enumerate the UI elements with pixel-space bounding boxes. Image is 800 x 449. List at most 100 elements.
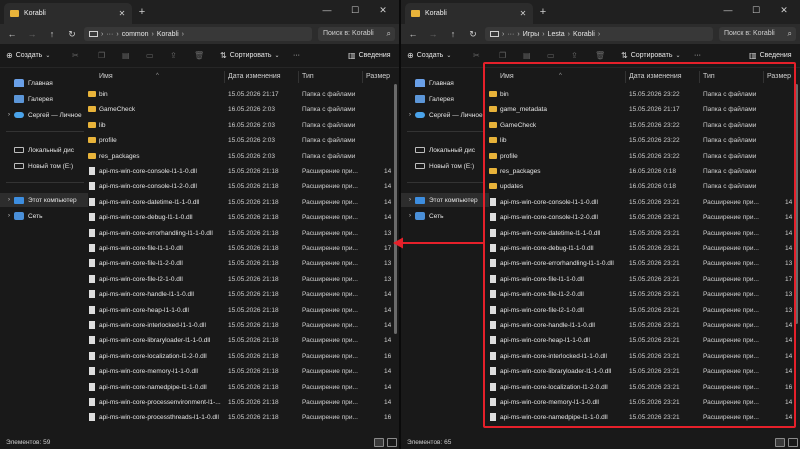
nav-gallery[interactable]: Галерея [0, 92, 88, 106]
copy-button[interactable]: ❐ [499, 49, 509, 63]
nav-new-volume[interactable]: Новый том (E:) [401, 159, 489, 173]
file-row[interactable]: api-ms-win-core-localization-l1-2-0.dll 1… [489, 380, 796, 395]
folder-row[interactable]: game_metadata 15.05.2026 21:17 Папка с фай… [489, 102, 796, 117]
close-window-button[interactable]: ✕ [369, 0, 397, 20]
file-row[interactable]: api-ms-win-core-interlocked-l1-1-0.dll 15… [88, 318, 395, 333]
folder-row[interactable]: res_packages 16.05.2026 0:18 Папка с файла… [489, 164, 796, 179]
file-row[interactable]: api-ms-win-core-handle-l1-1-0.dll 15.05.2… [489, 318, 796, 333]
cut-button[interactable]: ✂ [473, 49, 483, 63]
column-date[interactable]: Дата изменения [228, 73, 281, 80]
nav-new-volume[interactable]: Новый том (E:) [0, 159, 88, 173]
breadcrumb[interactable]: › ··· › Игры › Lesta › Korabli › [485, 27, 713, 41]
chevron-right-icon[interactable]: › [405, 213, 415, 219]
file-row[interactable]: api-ms-win-core-heap-l1-1-0.dll 15.05.202… [88, 303, 395, 318]
rename-button[interactable]: ▭ [146, 49, 157, 63]
forward-arrow-icon[interactable]: → [425, 27, 441, 41]
file-row[interactable]: api-ms-win-core-file-l1-2-0.dll 15.05.202… [88, 256, 395, 271]
folder-row[interactable]: bin 15.05.2026 23:22 Папка с файлами [489, 87, 796, 102]
file-row[interactable]: api-ms-win-core-datetime-l1-1-0.dll 15.05… [489, 226, 796, 241]
paste-button[interactable]: ▤ [122, 49, 133, 63]
refresh-icon[interactable]: ↻ [64, 27, 80, 41]
file-row[interactable]: api-ms-win-core-localization-l1-2-0.dll 1… [88, 349, 395, 364]
file-row[interactable]: api-ms-win-core-libraryloader-l1-1-0.dll… [88, 333, 395, 348]
file-row[interactable]: api-ms-win-core-memory-l1-1-0.dll 15.05.2… [489, 395, 796, 410]
file-row[interactable]: api-ms-win-core-handle-l1-1-0.dll 15.05.2… [88, 287, 395, 302]
rename-button[interactable]: ▭ [547, 49, 558, 63]
folder-row[interactable]: lib 15.05.2026 23:22 Папка с файлами [489, 133, 796, 148]
file-row[interactable]: api-ms-win-core-file-l1-1-0.dll 15.05.202… [88, 241, 395, 256]
refresh-icon[interactable]: ↻ [465, 27, 481, 41]
folder-row[interactable]: GameCheck 16.05.2026 2:03 Папка с файлами [88, 102, 395, 117]
delete-button[interactable]: 🗑 [194, 49, 207, 63]
cut-button[interactable]: ✂ [72, 49, 82, 63]
close-tab-icon[interactable]: ✕ [116, 9, 128, 18]
file-row[interactable]: api-ms-win-core-file-l2-1-0.dll 15.05.202… [489, 303, 796, 318]
details-view-icon[interactable] [775, 438, 785, 447]
back-arrow-icon[interactable]: ← [405, 27, 421, 41]
file-row[interactable]: api-ms-win-core-memory-l1-1-0.dll 15.05.2… [88, 364, 395, 379]
breadcrumb-item[interactable]: Lesta [548, 31, 565, 38]
column-type[interactable]: Тип [302, 73, 314, 80]
details-button[interactable]: ▥ Сведения [348, 49, 391, 63]
file-row[interactable]: api-ms-win-core-datetime-l1-1-0.dll 15.05… [88, 195, 395, 210]
close-window-button[interactable]: ✕ [770, 0, 798, 20]
nav-network[interactable]: › Сеть [401, 209, 489, 223]
breadcrumb-item[interactable]: common [122, 31, 149, 38]
new-tab-button[interactable]: + [537, 5, 549, 19]
file-row[interactable]: api-ms-win-core-file-l1-1-0.dll 15.05.202… [489, 272, 796, 287]
file-row[interactable]: api-ms-win-core-console-l1-1-0.dll 15.05.… [88, 164, 395, 179]
nav-network[interactable]: › Сеть [0, 209, 88, 223]
breadcrumb[interactable]: › ··· › common › Korabli › [84, 27, 312, 41]
file-row[interactable]: api-ms-win-core-console-l1-1-0.dll 15.05.… [489, 195, 796, 210]
chevron-right-icon[interactable]: › [405, 112, 415, 118]
chevron-right-icon[interactable]: › [405, 197, 415, 203]
tiles-view-icon[interactable] [788, 438, 798, 447]
back-arrow-icon[interactable]: ← [4, 27, 20, 41]
details-view-icon[interactable] [374, 438, 384, 447]
copy-button[interactable]: ❐ [98, 49, 108, 63]
search-input[interactable]: Поиск в: Korabli ⌕ [318, 27, 395, 41]
details-button[interactable]: ▥ Сведения [749, 49, 792, 63]
file-row[interactable]: api-ms-win-core-errorhandling-l1-1-0.dll… [88, 226, 395, 241]
paste-button[interactable]: ▤ [523, 49, 534, 63]
folder-row[interactable]: lib 16.05.2026 2:03 Папка с файлами [88, 118, 395, 133]
column-size[interactable]: Размер [767, 73, 791, 80]
new-tab-button[interactable]: + [136, 5, 148, 19]
nav-this-pc[interactable]: › Этот компьютер [0, 193, 88, 207]
column-date[interactable]: Дата изменения [629, 73, 682, 80]
file-row[interactable]: api-ms-win-core-debug-l1-1-0.dll 15.05.20… [489, 241, 796, 256]
more-button[interactable]: ··· [694, 49, 701, 63]
file-row[interactable]: api-ms-win-core-file-l1-2-0.dll 15.05.202… [489, 287, 796, 302]
folder-row[interactable]: updates 16.05.2026 0:18 Папка с файлами [489, 179, 796, 194]
tab-korabli[interactable]: Korabli ✕ [405, 3, 533, 24]
nav-gallery[interactable]: Галерея [401, 92, 489, 106]
more-button[interactable]: ··· [293, 49, 300, 63]
minimize-button[interactable]: — [313, 0, 341, 20]
folder-row[interactable]: GameCheck 15.05.2026 23:22 Папка с файлами [489, 118, 796, 133]
create-button[interactable]: ⊕ Создать ⌄ [407, 49, 454, 63]
file-row[interactable]: api-ms-win-core-processthreads-l1-1-0.dl… [88, 410, 395, 425]
vertical-scrollbar[interactable] [394, 84, 397, 334]
file-row[interactable]: api-ms-win-core-console-l1-2-0.dll 15.05.… [88, 179, 395, 194]
folder-row[interactable]: profile 15.05.2026 2:03 Папка с файлами [88, 133, 395, 148]
maximize-button[interactable]: ☐ [341, 0, 369, 20]
share-button[interactable]: ⇪ [571, 49, 581, 63]
file-row[interactable]: api-ms-win-core-interlocked-l1-1-0.dll 15… [489, 349, 796, 364]
folder-row[interactable]: res_packages 15.05.2026 2:03 Папка с файла… [88, 149, 395, 164]
breadcrumb-item[interactable]: Korabli [157, 31, 179, 38]
nav-home[interactable]: Главная [401, 76, 489, 90]
create-button[interactable]: ⊕ Создать ⌄ [6, 49, 53, 63]
folder-row[interactable]: profile 15.05.2026 23:22 Папка с файлами [489, 149, 796, 164]
maximize-button[interactable]: ☐ [742, 0, 770, 20]
file-row[interactable]: api-ms-win-core-libraryloader-l1-1-0.dll… [489, 364, 796, 379]
column-name[interactable]: Имя [99, 73, 113, 80]
nav-home[interactable]: Главная [0, 76, 88, 90]
file-row[interactable]: api-ms-win-core-debug-l1-1-0.dll 15.05.20… [88, 210, 395, 225]
minimize-button[interactable]: — [714, 0, 742, 20]
column-size[interactable]: Размер [366, 73, 390, 80]
share-button[interactable]: ⇪ [170, 49, 180, 63]
file-row[interactable]: api-ms-win-core-file-l2-1-0.dll 15.05.202… [88, 272, 395, 287]
file-row[interactable]: api-ms-win-core-heap-l1-1-0.dll 15.05.202… [489, 333, 796, 348]
chevron-right-icon[interactable]: › [4, 112, 14, 118]
close-tab-icon[interactable]: ✕ [517, 9, 529, 18]
